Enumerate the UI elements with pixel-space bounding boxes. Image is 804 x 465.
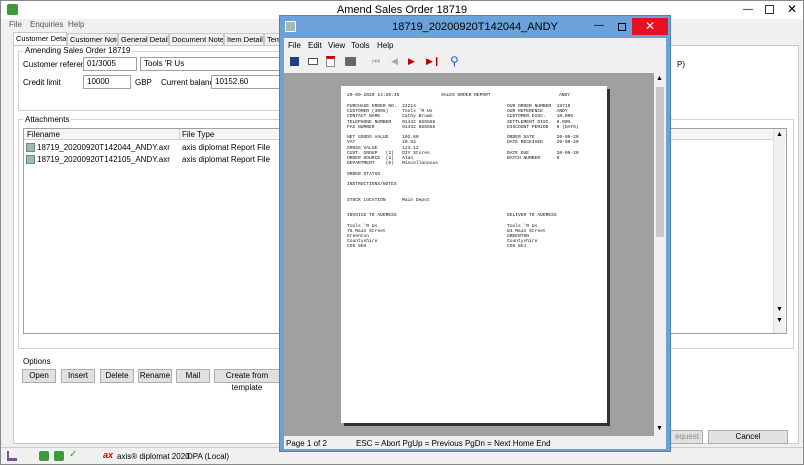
report-scroll-up-icon[interactable]: ▲ — [656, 75, 663, 82]
report-header-date: 20-09-2020 14:20:45 — [347, 93, 400, 98]
report-line: DEPARTMENT (0) Miscellaneous — [347, 161, 438, 167]
prev-page-icon[interactable]: ◀ — [391, 56, 398, 67]
report-line: DELIVER TO ADDRESS — [507, 213, 557, 219]
column-filename[interactable]: Filename — [27, 130, 60, 139]
viewer-toolbar: ⏮ ◀ ▶ ▶❙ ⚲ — [284, 53, 666, 71]
status-app-name: axis® diplomat 2020 — [117, 452, 190, 461]
attachments-group-title: Attachments — [23, 115, 72, 124]
pdf-icon[interactable] — [326, 56, 335, 67]
mail-button[interactable]: Mail — [176, 369, 210, 383]
report-viewer-window: 18719_20200920T142044_ANDY — ✕ File Edit… — [279, 15, 671, 452]
check-icon[interactable]: ✓ — [69, 449, 77, 460]
row-filename: 18719_20200920T142105_ANDY.axr — [37, 155, 170, 164]
report-header-user: ANDY — [559, 93, 571, 98]
first-page-icon[interactable]: ⏮ — [372, 56, 380, 67]
tab-customer-details[interactable]: Customer Details — [13, 32, 67, 46]
zoom-icon[interactable]: ⚲ — [450, 54, 459, 68]
viewer-menu-view[interactable]: View — [328, 41, 345, 50]
report-line: FAX NUMBER 01432 666555 — [347, 124, 436, 130]
scroll-up-icon[interactable]: ▲ — [776, 131, 783, 138]
report-scroll-down-icon[interactable]: ▼ — [656, 425, 663, 432]
report-file-icon — [26, 143, 35, 152]
viewer-menu-tools[interactable]: Tools — [351, 41, 370, 50]
customer-name-field[interactable]: Tools 'R Us — [140, 57, 280, 71]
viewer-status-bar: Page 1 of 2 ESC = Abort PgUp = Previous … — [284, 436, 666, 449]
home-icon[interactable] — [7, 451, 17, 461]
viewer-title: 18719_20200920T142044_ANDY — [392, 21, 558, 33]
open-button[interactable]: Open — [22, 369, 56, 383]
axis-logo-icon: ax — [103, 450, 114, 460]
report-line: STOCK LOCATION Main Depot — [347, 197, 430, 203]
report-area: ▲ ▼ 20-09-2020 14:20:45 SALES ORDER REPO… — [284, 73, 666, 436]
last-page-icon[interactable]: ▶❙ — [426, 56, 440, 67]
viewer-status-help: ESC = Abort PgUp = Previous PgDn = Next … — [356, 439, 551, 448]
report-line: DATE RECEIVED 20-09-20 — [507, 140, 579, 146]
viewer-minimize-icon[interactable]: — — [594, 20, 604, 31]
report-line: CS6 9GH — [347, 244, 367, 250]
rename-button[interactable]: Rename — [138, 369, 172, 383]
viewer-menu-edit[interactable]: Edit — [308, 41, 322, 50]
report-line: CS6 8GJ — [507, 244, 527, 250]
tab-item-details[interactable]: Item Details — [224, 33, 264, 45]
amending-group-title: Amending Sales Order 18719 — [23, 46, 133, 55]
tab-general-details[interactable]: General Details — [118, 33, 169, 45]
menu-file[interactable]: File — [9, 20, 22, 29]
menu-enquiries[interactable]: Enquiries — [30, 20, 63, 29]
attachments-scrollbar[interactable]: ▲ ▼ ▼ — [773, 129, 785, 333]
maximize-icon[interactable] — [765, 5, 774, 14]
scroll-bottom-icon[interactable]: ▼ — [776, 317, 783, 324]
report-page: 20-09-2020 14:20:45 SALES ORDER REPORT A… — [341, 86, 607, 423]
minimize-icon[interactable]: — — [743, 4, 753, 15]
report-scroll-thumb[interactable] — [656, 87, 664, 237]
report-header-title: SALES ORDER REPORT — [441, 93, 491, 98]
sync-icon[interactable] — [54, 451, 64, 461]
currency-label: GBP — [135, 78, 152, 87]
row-filename: 18719_20200920T142044_ANDY.axr — [37, 143, 170, 152]
viewer-status-page: Page 1 of 2 — [286, 439, 327, 448]
report-line: BATCH NUMBER 0 — [507, 156, 560, 161]
report-file-icon — [26, 155, 35, 164]
report-line: INVOICE TO ADDRESS — [347, 213, 397, 219]
delete-button[interactable]: Delete — [100, 369, 134, 383]
tab-document-notes[interactable]: Document Notes — [169, 33, 224, 45]
mail-icon[interactable] — [308, 58, 318, 65]
create-from-template-button[interactable]: Create from template — [214, 369, 280, 392]
report-line: DISCOUNT PERIOD 0 (DAYS) — [507, 124, 579, 130]
column-file-type[interactable]: File Type — [182, 130, 214, 139]
report-vscrollbar[interactable]: ▲ ▼ — [654, 73, 666, 436]
viewer-maximize-icon[interactable] — [618, 23, 626, 31]
viewer-menu-file[interactable]: File — [288, 41, 301, 50]
refresh-icon[interactable] — [39, 451, 49, 461]
scroll-down-icon[interactable]: ▼ — [776, 306, 783, 313]
insert-button[interactable]: Insert — [61, 369, 95, 383]
options-group-title: Options — [23, 357, 51, 366]
request-button[interactable]: equest — [669, 430, 703, 444]
credit-limit-label: Credit limit — [23, 78, 61, 87]
current-balance-field: 10152.60 — [211, 75, 281, 89]
column-divider — [179, 129, 180, 140]
viewer-title-bar: 18719_20200920T142044_ANDY — ✕ — [280, 16, 670, 38]
menu-help[interactable]: Help — [68, 20, 84, 29]
report-line: INSTRUCTIONS/NOTES — [347, 182, 397, 187]
row-file-type: axis diplomat Report File — [182, 155, 271, 164]
cancel-button[interactable]: Cancel — [708, 430, 788, 444]
right-edge-fragment: P) — [677, 60, 685, 69]
report-line: ORDER STATUS — [347, 171, 381, 177]
print-icon[interactable] — [345, 57, 356, 66]
row-file-type: axis diplomat Report File — [182, 143, 271, 152]
status-connection: DPA (Local) — [187, 452, 230, 461]
tab-customer-notes[interactable]: Customer Notes — [67, 33, 118, 45]
save-icon[interactable] — [290, 57, 299, 66]
current-balance-label: Current balance — [161, 78, 218, 87]
close-icon[interactable]: ✕ — [787, 2, 797, 16]
credit-limit-field[interactable]: 10000 — [83, 75, 131, 89]
customer-reference-field[interactable]: 01/3005 — [83, 57, 137, 71]
viewer-close-button[interactable]: ✕ — [632, 18, 668, 35]
next-page-icon[interactable]: ▶ — [408, 56, 415, 67]
viewer-menu-help[interactable]: Help — [377, 41, 393, 50]
